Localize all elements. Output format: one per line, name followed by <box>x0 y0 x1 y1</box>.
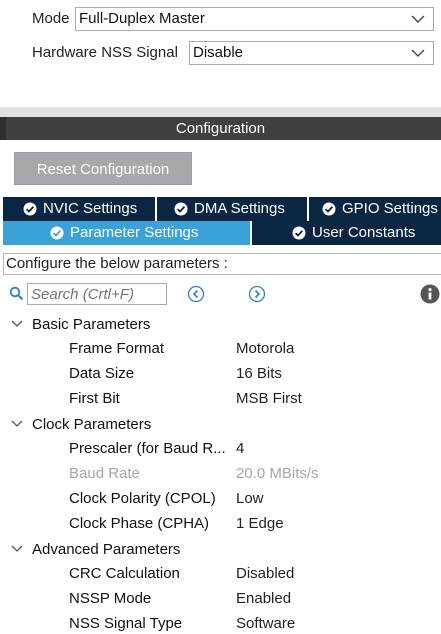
param-value: 20.0 MBits/s <box>236 465 319 482</box>
param-name: Clock Polarity (CPOL) <box>69 490 216 507</box>
tab-user-constants[interactable]: User Constants <box>252 221 441 245</box>
param-row[interactable]: NSSP Mode Enabled <box>0 587 441 612</box>
check-circle-icon <box>174 202 188 216</box>
tab-label: NVIC Settings <box>43 200 138 217</box>
tab-label: GPIO Settings <box>342 200 438 217</box>
chevron-down-icon <box>411 49 425 57</box>
chevron-down-icon <box>11 545 23 552</box>
parameters-description: Configure the below parameters : <box>3 253 441 275</box>
tab-gpio-settings[interactable]: GPIO Settings <box>309 197 441 221</box>
info-icon[interactable] <box>420 284 440 304</box>
tab-parameter-settings[interactable]: Parameter Settings <box>3 221 250 245</box>
group-advanced-parameters[interactable]: Advanced Parameters <box>0 537 441 562</box>
next-match-icon[interactable] <box>248 285 266 303</box>
param-value: Disabled <box>236 565 295 582</box>
param-value: 16 Bits <box>236 365 282 382</box>
param-value: Low <box>236 490 264 507</box>
tab-label: DMA Settings <box>194 200 285 217</box>
check-circle-icon <box>50 226 64 240</box>
param-row: Baud Rate 20.0 MBits/s <box>0 462 441 487</box>
param-row[interactable]: Clock Polarity (CPOL) Low <box>0 487 441 512</box>
param-name: Baud Rate <box>69 465 140 482</box>
param-name: NSS Signal Type <box>69 615 183 632</box>
mode-label: Mode <box>32 10 70 27</box>
configuration-header-edge <box>0 117 6 140</box>
param-name: CRC Calculation <box>69 565 180 582</box>
param-row[interactable]: First Bit MSB First <box>0 387 441 412</box>
param-name: Prescaler (for Baud R... <box>69 440 226 457</box>
configuration-header: Configuration <box>0 117 441 140</box>
configuration-title: Configuration <box>175 120 266 137</box>
search-icon <box>9 286 24 301</box>
param-value: Software <box>236 615 296 632</box>
tab-nvic-settings[interactable]: NVIC Settings <box>3 197 155 221</box>
tab-dma-settings[interactable]: DMA Settings <box>157 197 307 221</box>
param-row[interactable]: Frame Format Motorola <box>0 337 441 362</box>
param-name: First Bit <box>69 390 120 407</box>
group-label: Advanced Parameters <box>32 541 181 558</box>
param-value: Motorola <box>236 340 295 357</box>
group-clock-parameters[interactable]: Clock Parameters <box>0 412 441 437</box>
chevron-down-icon <box>11 420 23 427</box>
param-row[interactable]: Prescaler (for Baud R... 4 <box>0 437 441 462</box>
tab-label: Parameter Settings <box>70 224 199 241</box>
mode-select[interactable]: Full-Duplex Master <box>75 7 434 31</box>
check-circle-icon <box>23 202 37 216</box>
param-row[interactable]: Data Size 16 Bits <box>0 362 441 387</box>
param-value: Enabled <box>236 590 292 607</box>
param-row[interactable]: Clock Phase (CPHA) 1 Edge <box>0 512 441 537</box>
param-name: NSSP Mode <box>69 590 152 607</box>
chevron-down-icon <box>411 15 425 23</box>
param-value: MSB First <box>236 390 302 407</box>
param-name: Frame Format <box>69 340 165 357</box>
nss-select[interactable]: Disable <box>189 41 434 65</box>
nss-label: Hardware NSS Signal <box>32 44 178 61</box>
chevron-down-icon <box>11 320 23 327</box>
previous-match-icon[interactable] <box>187 285 205 303</box>
group-label: Clock Parameters <box>32 416 152 433</box>
group-label: Basic Parameters <box>32 316 151 333</box>
nss-select-value: Disable <box>193 44 244 61</box>
param-row[interactable]: CRC Calculation Disabled <box>0 562 441 587</box>
param-value: 1 Edge <box>236 515 284 532</box>
mode-select-value: Full-Duplex Master <box>79 10 205 27</box>
check-circle-icon <box>292 226 306 240</box>
tab-label: User Constants <box>312 224 416 241</box>
section-separator <box>0 107 441 117</box>
search-input[interactable] <box>27 283 167 305</box>
param-row[interactable]: NSS Signal Type Software <box>0 612 441 634</box>
param-name: Clock Phase (CPHA) <box>69 515 210 532</box>
param-name: Data Size <box>69 365 135 382</box>
check-circle-icon <box>322 202 336 216</box>
reset-configuration-button[interactable]: Reset Configuration <box>14 152 192 185</box>
param-value: 4 <box>236 440 245 457</box>
group-basic-parameters[interactable]: Basic Parameters <box>0 312 441 337</box>
